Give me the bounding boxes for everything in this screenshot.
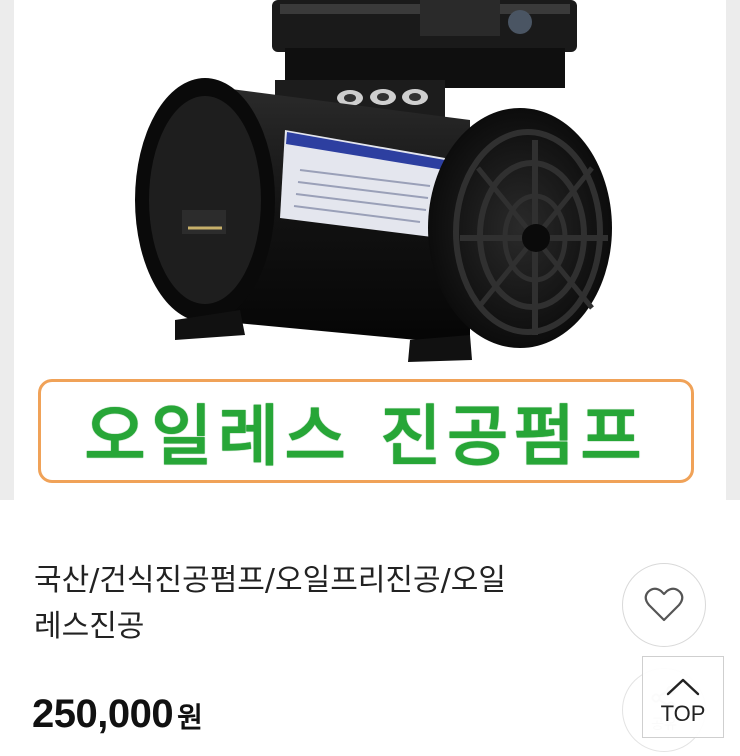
- scroll-top-button[interactable]: TOP: [642, 656, 724, 738]
- product-banner: 오일레스 진공펌프: [38, 379, 694, 483]
- product-title: 국산/건식진공펌프/오일프리진공/오일 레스진공: [34, 558, 594, 650]
- price-unit: 원: [177, 701, 203, 734]
- heart-icon: [644, 587, 684, 622]
- chevron-up-icon: [666, 678, 700, 696]
- product-image[interactable]: 오일레스 진공펌프: [0, 0, 740, 500]
- product-title-line-2: 레스진공: [34, 609, 145, 644]
- banner-title: 오일레스 진공펌프: [84, 398, 648, 475]
- top-label: TOP: [660, 701, 706, 726]
- price-amount: 250,000: [32, 692, 174, 736]
- product-price: 250,000 원: [32, 692, 203, 737]
- product-title-line-1: 국산/건식진공펌프/오일프리진공/오일: [34, 563, 506, 598]
- vacuum-pump-illustration: [135, 0, 612, 362]
- wishlist-button[interactable]: [622, 563, 706, 647]
